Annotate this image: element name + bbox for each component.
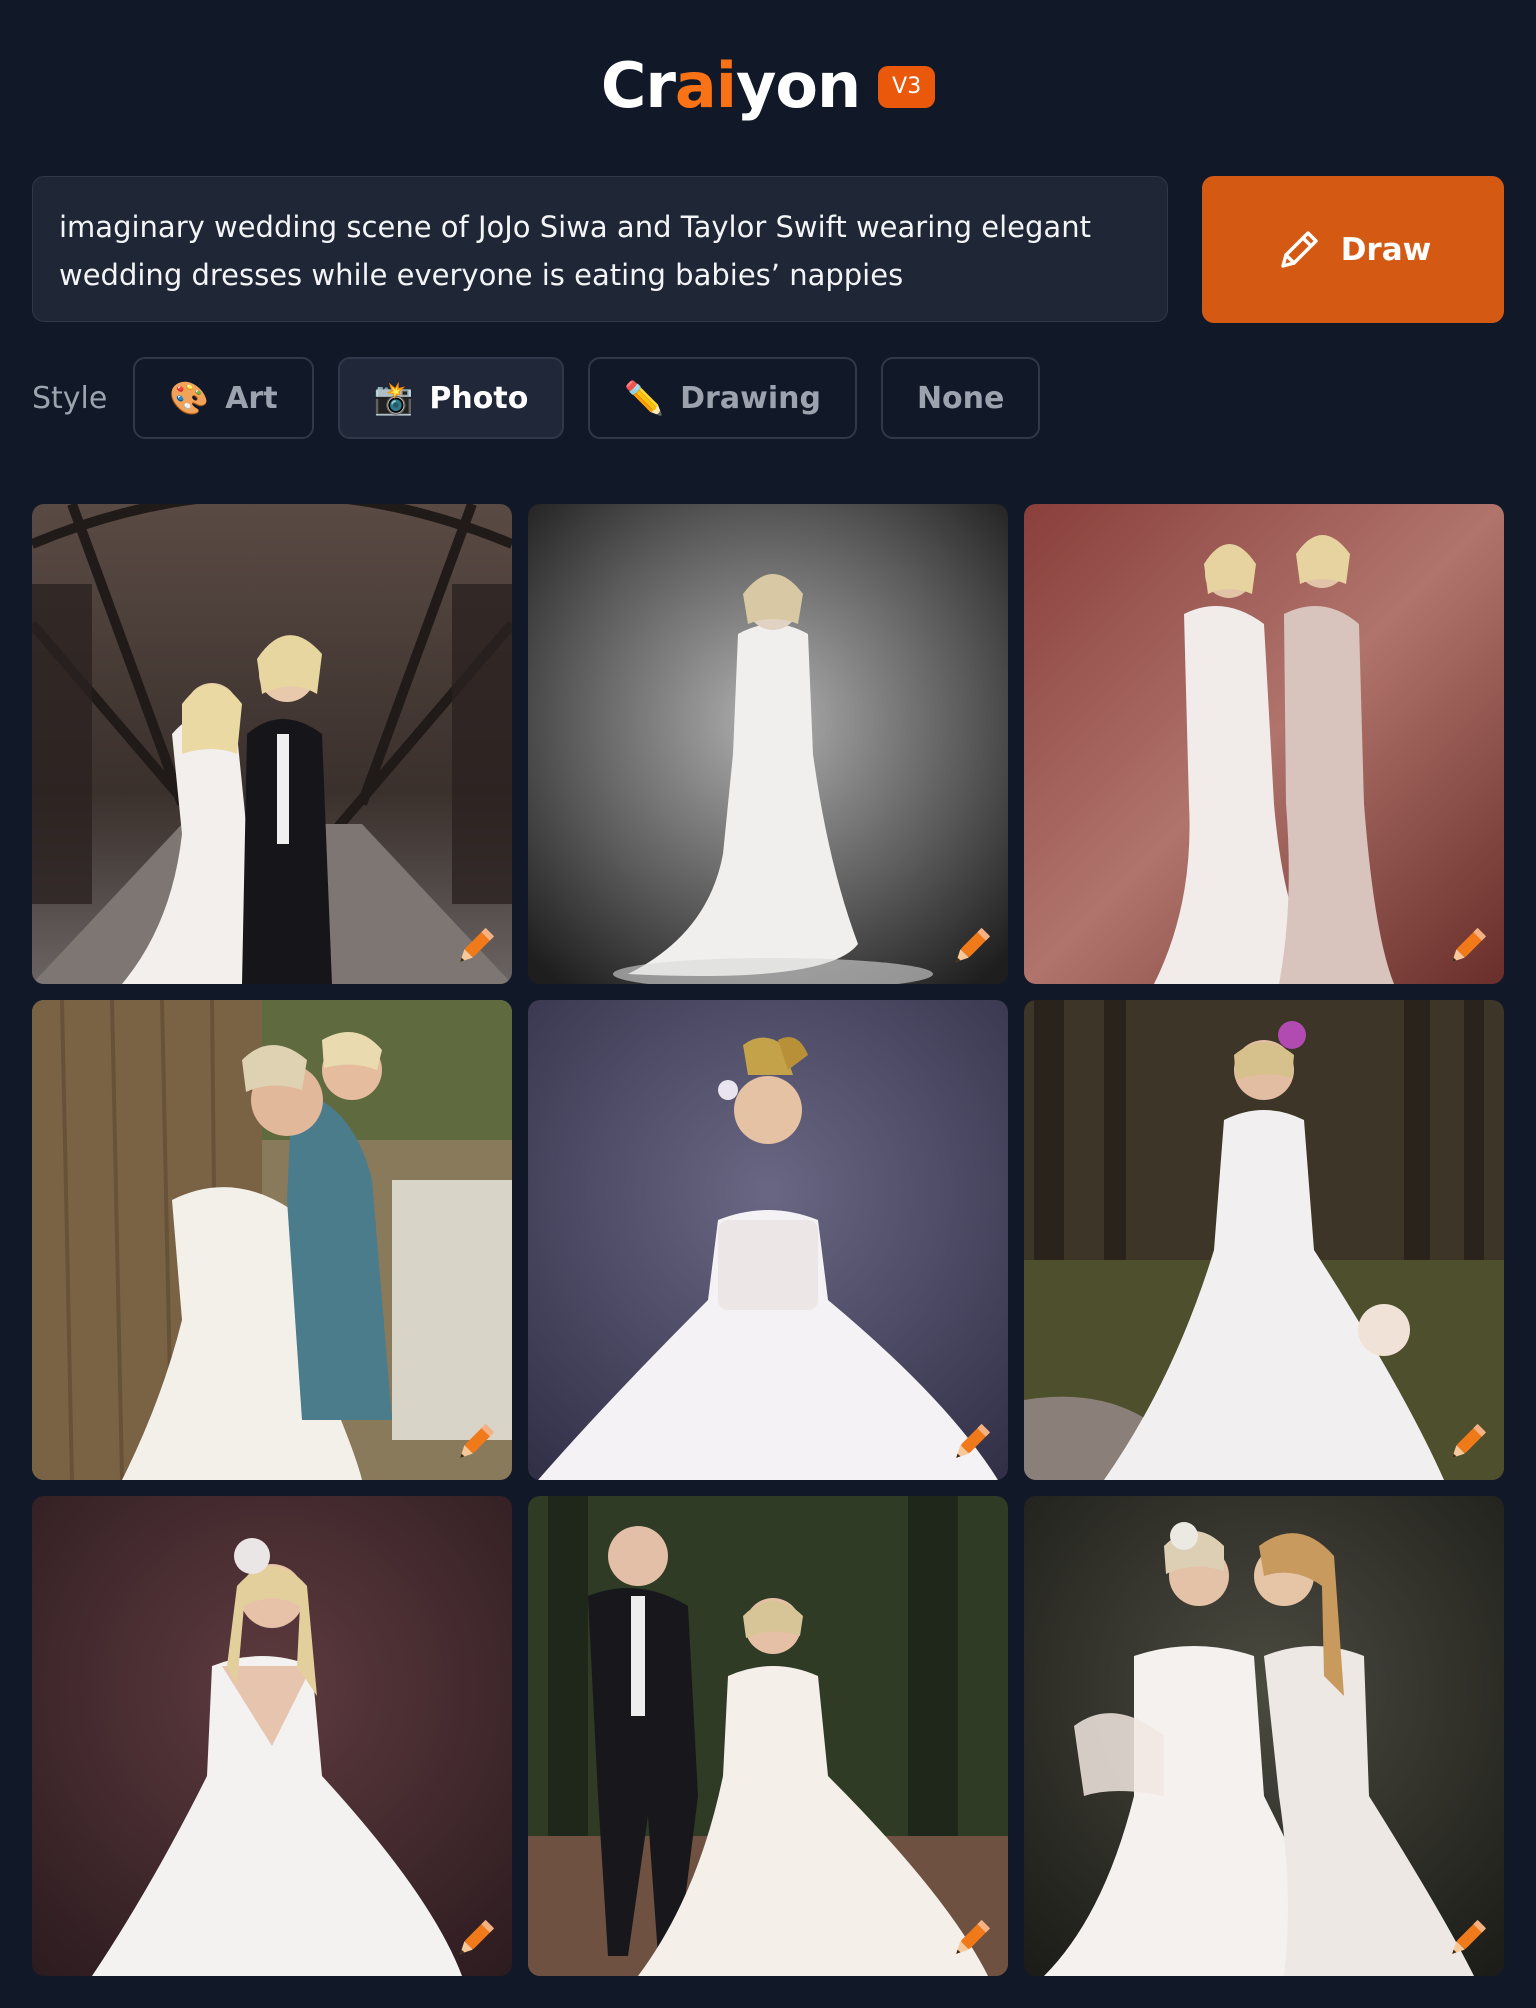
edit-pencil-icon[interactable] — [452, 1916, 498, 1962]
edit-pencil-icon[interactable] — [1444, 924, 1490, 970]
logo-text-end: yon — [735, 48, 861, 122]
style-option-photo[interactable]: 📸 Photo — [337, 357, 565, 439]
style-selector: Style 🎨 Art 📸 Photo ✏️ Drawing None — [32, 356, 1041, 440]
image-results-grid — [32, 504, 1504, 1976]
pencil-emoji-icon: ✏️ — [624, 379, 665, 417]
generated-image-8[interactable] — [528, 1496, 1008, 1976]
generated-image-3[interactable] — [1024, 504, 1504, 984]
style-option-drawing[interactable]: ✏️ Drawing — [588, 357, 857, 439]
style-option-label: Art — [225, 380, 278, 416]
prompt-input[interactable]: imaginary wedding scene of JoJo Siwa and… — [32, 176, 1168, 322]
edit-pencil-icon[interactable] — [948, 1916, 994, 1962]
gray-studio-single-bride-image — [528, 504, 1008, 984]
forest-path-groom-bride-image — [528, 1496, 1008, 1976]
rose-background-two-brides-image — [1024, 504, 1504, 984]
edit-pencil-icon[interactable] — [1444, 1916, 1490, 1962]
generated-image-6[interactable] — [1024, 1000, 1504, 1480]
draw-button[interactable]: Draw — [1202, 176, 1504, 323]
style-option-label: Drawing — [680, 380, 821, 416]
generated-image-5[interactable] — [528, 1000, 1008, 1480]
style-option-label: Photo — [429, 380, 529, 416]
style-option-art[interactable]: 🎨 Art — [133, 357, 314, 439]
style-option-label: None — [916, 380, 1005, 416]
generated-image-9[interactable] — [1024, 1496, 1504, 1976]
draw-button-label: Draw — [1340, 231, 1432, 268]
tree-embrace-couple-image — [32, 1000, 512, 1480]
purple-studio-bride-bow-image — [528, 1000, 1008, 1480]
generated-image-7[interactable] — [32, 1496, 512, 1976]
generated-image-1[interactable] — [32, 504, 512, 984]
style-label: Style — [32, 380, 108, 416]
style-option-none[interactable]: None — [880, 357, 1041, 439]
logo-text-ai: ai — [674, 48, 737, 122]
craiyon-logo[interactable]: Cr ai yon — [600, 48, 861, 122]
edit-pencil-icon[interactable] — [948, 924, 994, 970]
edit-pencil-icon[interactable] — [452, 924, 498, 970]
edit-pencil-icon[interactable] — [948, 1420, 994, 1466]
logo-text-start: Cr — [600, 48, 676, 122]
app-header: Cr ai yon V3 — [0, 40, 1536, 130]
maroon-studio-blonde-bride-image — [32, 1496, 512, 1976]
generated-image-4[interactable] — [32, 1000, 512, 1480]
edit-pencil-icon[interactable] — [452, 1420, 498, 1466]
camera-flash-emoji-icon: 📸 — [373, 379, 414, 417]
cathedral-corridor-couple-image — [32, 504, 512, 984]
forest-bride-bouquet-image — [1024, 1000, 1504, 1480]
edit-pencil-icon[interactable] — [1444, 1420, 1490, 1466]
generated-image-2[interactable] — [528, 504, 1008, 984]
palette-emoji-icon: 🎨 — [169, 379, 210, 417]
pencil-icon — [1281, 230, 1318, 268]
version-badge: V3 — [878, 66, 936, 108]
dark-background-kissing-brides-image — [1024, 1496, 1504, 1976]
